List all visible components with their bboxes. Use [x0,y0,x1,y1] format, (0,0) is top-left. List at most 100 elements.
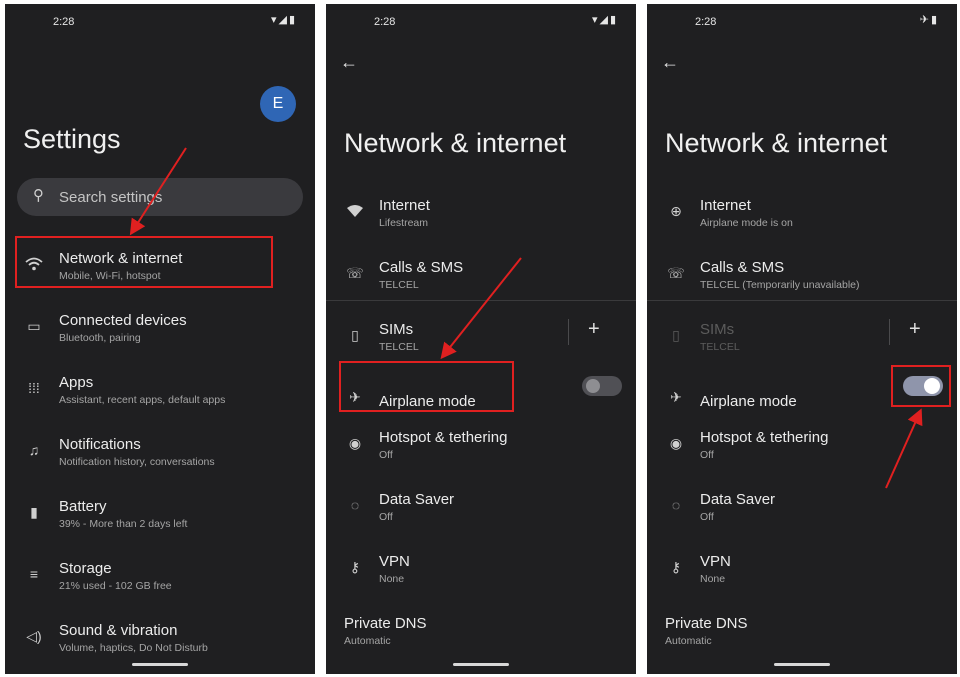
speaker-icon: ◁) [26,628,42,644]
back-arrow-icon[interactable]: ← [661,52,679,73]
avatar[interactable]: E [260,86,296,122]
devices-icon: ▭ [27,318,41,334]
network-item-private-dns[interactable]: Private DNS Automatic [647,607,957,663]
add-sim-plus-icon[interactable]: + [909,318,921,341]
item-label: Private DNS [665,615,748,632]
item-label: Hotspot & tethering [379,429,508,446]
highlight-box-airplane-toggle [891,365,951,407]
item-subtitle: None [700,573,726,585]
network-item-hotspot[interactable]: ◉ Hotspot & tethering Off [326,421,636,477]
network-item-vpn[interactable]: ⚷ VPN None [326,545,636,601]
settings-item-notifications[interactable]: ♫ Notifications Notification history, co… [5,428,315,484]
network-item-internet[interactable]: ⊕ Internet Airplane mode is on [647,189,957,245]
vpn-key-icon: ⚷ [349,559,361,575]
calls-sms-icon: ☏ [667,265,685,281]
gesture-bar[interactable] [774,663,830,666]
item-label: SIMs [379,321,414,338]
wifi-icon [344,203,366,222]
item-subtitle: 21% used - 102 GB free [59,580,172,592]
item-subtitle: Assistant, recent apps, default apps [59,394,226,406]
hotspot-icon: ◉ [669,435,683,451]
network-item-calls-sms[interactable]: ☏ Calls & SMS TELCEL (Temporarily unavai… [647,251,957,307]
battery-status-icon: ▮ [930,14,939,26]
signal-icon: ◢ [278,14,289,26]
settings-item-battery[interactable]: ▮ Battery 39% - More than 2 days left [5,490,315,546]
network-item-private-dns[interactable]: Private DNS Automatic [326,607,636,663]
item-label: VPN [379,553,410,570]
item-label: Connected devices [59,312,187,329]
item-subtitle: TELCEL [700,341,740,353]
item-subtitle: Automatic [665,635,712,647]
settings-item-storage[interactable]: ≡ Storage 21% used - 102 GB free [5,552,315,608]
item-subtitle: Lifestream [379,217,429,229]
item-subtitle: Notification history, conversations [59,456,215,468]
network-item-hotspot[interactable]: ◉ Hotspot & tethering Off [647,421,957,477]
back-arrow-icon[interactable]: ← [340,52,358,73]
item-label: Storage [59,560,112,577]
item-label: Battery [59,498,107,515]
sim-icon: ▯ [351,327,359,343]
globe-off-icon: ⊕ [670,203,682,219]
item-label: Airplane mode [700,393,797,410]
item-subtitle: TELCEL [379,279,419,291]
search-bar[interactable]: ⚲ Search settings [17,178,303,216]
item-subtitle: TELCEL [379,341,419,353]
network-item-internet[interactable]: Internet Lifestream [326,189,636,245]
airplane-mode-toggle[interactable] [582,376,622,396]
settings-item-apps[interactable]: ⁞⁞⁞ Apps Assistant, recent apps, default… [5,366,315,422]
item-label: Calls & SMS [700,259,785,276]
vpn-key-icon: ⚷ [670,559,682,575]
search-input[interactable]: Search settings [59,189,162,206]
page-title: Settings [23,124,121,154]
item-label: Internet [700,197,751,214]
gesture-bar[interactable] [132,663,188,666]
item-subtitle: Airplane mode is on [700,217,793,229]
status-time: 2:28 [53,16,75,28]
item-subtitle: 39% - More than 2 days left [59,518,188,530]
item-subtitle: Volume, haptics, Do Not Disturb [59,642,208,654]
item-label: Hotspot & tethering [700,429,829,446]
vertical-divider [889,319,890,345]
status-icons: ✈▮ [920,13,939,26]
divider [326,300,636,301]
item-label: Sound & vibration [59,622,178,639]
item-label: Notifications [59,436,141,453]
network-item-calls-sms[interactable]: ☏ Calls & SMS TELCEL [326,251,636,307]
status-time: 2:28 [374,16,396,28]
signal-icon: ◢ [599,14,610,26]
gesture-bar[interactable] [453,663,509,666]
settings-item-sound[interactable]: ◁) Sound & vibration Volume, haptics, Do… [5,614,315,670]
apps-grid-icon: ⁞⁞⁞ [28,380,40,396]
search-icon: ⚲ [33,187,44,204]
status-time: 2:28 [695,16,717,28]
network-item-data-saver[interactable]: ◌ Data Saver Off [326,483,636,539]
status-icons: ▾◢▮ [592,13,618,26]
item-label: Calls & SMS [379,259,464,276]
item-subtitle: Bluetooth, pairing [59,332,141,344]
item-subtitle: Off [700,511,714,523]
highlight-box-airplane-mode [339,361,514,412]
item-label: SIMs [700,321,735,338]
item-subtitle: TELCEL (Temporarily unavailable) [700,279,860,291]
item-label: Internet [379,197,430,214]
item-subtitle: Off [379,511,393,523]
storage-icon: ≡ [29,566,39,582]
item-subtitle: Automatic [344,635,391,647]
status-icons: ▾◢▮ [271,13,297,26]
hotspot-icon: ◉ [348,435,362,451]
network-item-data-saver[interactable]: ◌ Data Saver Off [647,483,957,539]
add-sim-plus-icon[interactable]: + [588,318,600,341]
item-subtitle: Off [700,449,714,461]
divider [647,300,957,301]
network-item-vpn[interactable]: ⚷ VPN None [647,545,957,601]
network-internet-screen-before: 2:28 ▾◢▮ ← Network & internet Internet L… [326,4,636,674]
toggle-knob [586,379,600,393]
calls-sms-icon: ☏ [346,265,364,281]
settings-item-connected-devices[interactable]: ▭ Connected devices Bluetooth, pairing [5,304,315,360]
item-label: Private DNS [344,615,427,632]
item-label: Data Saver [379,491,455,508]
network-internet-screen-after: 2:28 ✈▮ ← Network & internet ⊕ Internet … [647,4,957,674]
item-subtitle: None [379,573,405,585]
item-subtitle: Off [379,449,393,461]
data-saver-icon: ◌ [671,497,681,513]
